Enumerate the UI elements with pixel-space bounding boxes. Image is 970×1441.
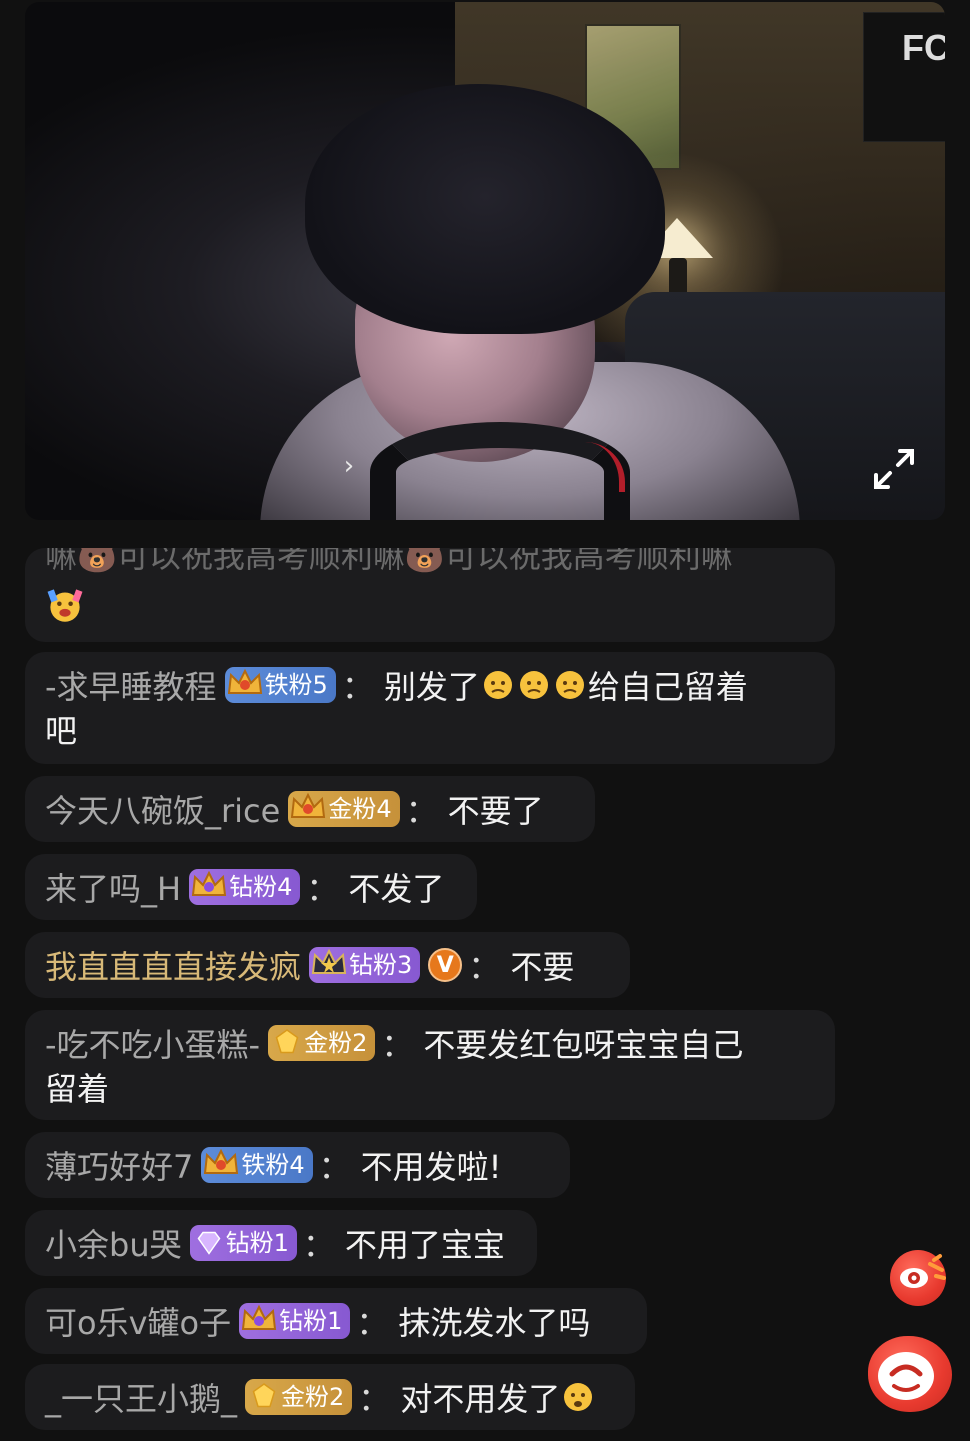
- chat-username[interactable]: 我直直直直接发疯: [45, 948, 301, 986]
- fan-badge[interactable]: 钻粉1: [239, 1303, 351, 1339]
- badge-label: 铁粉5: [264, 671, 328, 699]
- chat-text: 不用发啦!: [360, 1148, 502, 1186]
- sad-face-icon: [564, 1383, 593, 1411]
- chat-username[interactable]: 今天八碗饭_rice: [45, 792, 280, 830]
- colon: ：: [468, 948, 501, 986]
- chat-text: 不要: [510, 948, 575, 986]
- chat-message: 薄巧好好7 铁粉4 ：不用发啦!: [25, 1132, 570, 1198]
- chat-text: 吧: [45, 712, 78, 750]
- chat-message: 来了吗_H 钻粉4 ：不发了: [25, 854, 477, 920]
- weibo-button[interactable]: [868, 1336, 952, 1412]
- weibo-smile-icon: [878, 1352, 934, 1400]
- badge-label: 钻粉3: [349, 951, 413, 979]
- fan-badge[interactable]: 钻粉1: [189, 1225, 297, 1261]
- chat-message: 我直直直直接发疯 钻粉3 V：不要: [25, 932, 630, 998]
- chat-text: 对不用发了: [400, 1380, 561, 1418]
- chat-username[interactable]: 小余bu哭: [45, 1226, 182, 1264]
- chat-message: -求早睡教程 铁粉5 ：别发了 给自己留着 吧: [25, 652, 835, 764]
- chat-message: -吃不吃小蛋糕- 金粉2 ：不要发红包呀宝宝自己 留着: [25, 1010, 835, 1120]
- crown-icon: [241, 1304, 277, 1330]
- colon: ：: [358, 1380, 391, 1418]
- watch-eye-icon: [900, 1254, 946, 1288]
- colon: ：: [341, 668, 374, 706]
- badge-label: 铁粉4: [241, 1151, 305, 1179]
- chat-message: 小余bu哭 钻粉1 ：不用了宝宝: [25, 1210, 537, 1276]
- colon: ：: [302, 1226, 335, 1264]
- crown-icon: [204, 1148, 239, 1174]
- party-face-icon: [47, 589, 83, 622]
- fan-badge[interactable]: 铁粉4: [201, 1147, 313, 1183]
- gem-icon: [252, 1383, 276, 1408]
- chat-text: 别发了: [383, 668, 480, 706]
- fan-badge[interactable]: 金粉2: [245, 1379, 353, 1415]
- fan-badge[interactable]: 金粉2: [268, 1025, 376, 1061]
- vip-badge[interactable]: V: [428, 948, 463, 982]
- fan-badge[interactable]: 金粉4: [288, 791, 400, 827]
- chat-username[interactable]: -求早睡教程: [45, 668, 217, 706]
- chat-text: 不用了宝宝: [344, 1226, 505, 1264]
- chat-message: _一只王小鹅_ 金粉2 ：对不用发了: [25, 1364, 635, 1430]
- colon: ：: [318, 1148, 351, 1186]
- chat-username[interactable]: 来了吗_H: [45, 870, 181, 908]
- chat-text: 抹洗发水了吗: [398, 1304, 591, 1342]
- chat-text: 不要了: [447, 792, 544, 830]
- live-room-screen: FC › 嘛🐻可以祝我高考顺利嘛🐻可以祝我高考顺利嘛 -求早睡教程 铁粉5 ： …: [0, 0, 970, 1441]
- diamond-icon: [197, 1231, 221, 1255]
- crown-icon: [291, 792, 326, 818]
- badge-label: 钻粉1: [225, 1229, 289, 1257]
- badge-label: 金粉2: [304, 1029, 368, 1057]
- colon: ：: [381, 1026, 414, 1064]
- chat-username[interactable]: -吃不吃小蛋糕-: [45, 1026, 260, 1064]
- chat-username[interactable]: 可o乐v罐o子: [45, 1304, 231, 1342]
- crown-icon: [191, 870, 227, 896]
- fan-badge[interactable]: 铁粉5: [224, 667, 336, 703]
- gem-icon: [275, 1029, 299, 1054]
- fan-badge[interactable]: 钻粉4: [189, 869, 301, 905]
- badge-label: 钻粉4: [229, 873, 293, 901]
- sad-face-icon: [519, 671, 548, 699]
- colon: ：: [356, 1304, 389, 1342]
- badge-label: 金粉4: [328, 795, 392, 823]
- chat-text: 给自己留着: [587, 668, 748, 706]
- colon: ：: [306, 870, 339, 908]
- chat-username[interactable]: 薄巧好好7: [45, 1148, 193, 1186]
- chat-list[interactable]: 嘛🐻可以祝我高考顺利嘛🐻可以祝我高考顺利嘛 -求早睡教程 铁粉5：别发了 给自己留…: [0, 0, 970, 1441]
- fan-badge[interactable]: 钻粉3: [309, 947, 421, 983]
- chat-message: 嘛🐻可以祝我高考顺利嘛🐻可以祝我高考顺利嘛: [25, 548, 835, 642]
- chat-message: 今天八碗饭_rice 金粉4 ：不要了: [25, 776, 595, 842]
- chat-text: 不要发红包呀宝宝自己: [423, 1026, 744, 1064]
- badge-label: 金粉2: [281, 1383, 345, 1411]
- chat-text-faded: 嘛🐻可以祝我高考顺利嘛🐻可以祝我高考顺利嘛: [45, 548, 733, 575]
- crown-icon: [227, 668, 262, 694]
- chat-text: 留着: [45, 1070, 110, 1108]
- crown-icon: [311, 948, 347, 974]
- chat-text: 不发了: [348, 870, 445, 908]
- sad-face-icon: [555, 671, 584, 699]
- badge-label: 钻粉1: [279, 1307, 343, 1335]
- sad-face-icon: [483, 671, 512, 699]
- colon: ：: [405, 792, 438, 830]
- chat-username[interactable]: _一只王小鹅_: [45, 1380, 237, 1418]
- chat-message: 可o乐v罐o子 钻粉1 ：抹洗发水了吗: [25, 1288, 647, 1354]
- watch-eye-button[interactable]: [890, 1250, 946, 1306]
